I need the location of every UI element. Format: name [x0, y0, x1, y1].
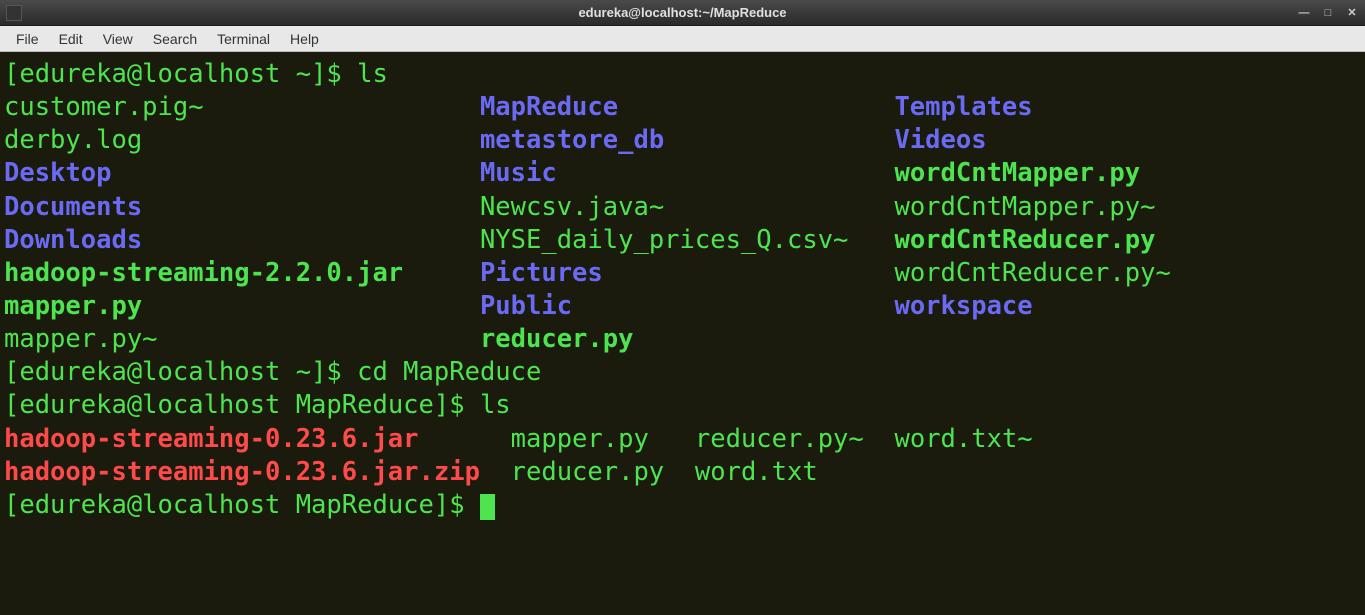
- menu-help[interactable]: Help: [280, 29, 329, 49]
- ls-item: wordCntReducer.py: [894, 225, 1155, 255]
- maximize-button[interactable]: □: [1319, 5, 1337, 21]
- ls-item: hadoop-streaming-2.2.0.jar: [4, 258, 403, 288]
- close-button[interactable]: ✕: [1343, 5, 1361, 21]
- minimize-button[interactable]: —: [1295, 5, 1313, 21]
- ls-item: derby.log: [4, 125, 142, 155]
- menu-edit[interactable]: Edit: [49, 29, 93, 49]
- ls-item: MapReduce: [480, 92, 618, 122]
- window-controls: — □ ✕: [1295, 5, 1361, 21]
- ls-item: reducer.py: [480, 324, 634, 354]
- prompt: [edureka@localhost: [4, 59, 296, 89]
- cursor: [480, 494, 495, 520]
- ls-item: Pictures: [480, 258, 603, 288]
- prompt: [edureka@localhost: [4, 490, 296, 520]
- prompt-end: ]$: [434, 490, 480, 520]
- prompt-end: ]$: [311, 357, 357, 387]
- ls-item: wordCntReducer.py~: [894, 258, 1170, 288]
- prompt-path: ~: [296, 59, 311, 89]
- ls-item: customer.pig~: [4, 92, 204, 122]
- command-text: ls: [357, 59, 388, 89]
- ls-item: Public: [480, 291, 572, 321]
- ls-item: hadoop-streaming-0.23.6.jar: [4, 424, 419, 454]
- menu-search[interactable]: Search: [143, 29, 207, 49]
- command-text: cd MapReduce: [357, 357, 541, 387]
- prompt: [edureka@localhost: [4, 357, 296, 387]
- ls-item: Documents: [4, 192, 142, 222]
- ls-item: Music: [480, 158, 557, 188]
- ls-item: word.txt: [695, 457, 818, 487]
- ls-item: NYSE_daily_prices_Q.csv~: [480, 225, 848, 255]
- ls-item: Videos: [894, 125, 986, 155]
- terminal-output[interactable]: [edureka@localhost ~]$ lscustomer.pig~ M…: [0, 52, 1365, 528]
- ls-item: metastore_db: [480, 125, 664, 155]
- prompt-end: ]$: [311, 59, 357, 89]
- prompt: [edureka@localhost: [4, 390, 296, 420]
- prompt-path: MapReduce: [296, 490, 434, 520]
- window-title: edureka@localhost:~/MapReduce: [578, 5, 786, 20]
- ls-item: reducer.py~: [695, 424, 864, 454]
- ls-item: hadoop-streaming-0.23.6.jar.zip: [4, 457, 480, 487]
- menubar: File Edit View Search Terminal Help: [0, 26, 1365, 52]
- ls-item: Newcsv.java~: [480, 192, 664, 222]
- prompt-path: MapReduce: [296, 390, 434, 420]
- ls-item: wordCntMapper.py~: [894, 192, 1155, 222]
- ls-item: Downloads: [4, 225, 142, 255]
- prompt-path: ~: [296, 357, 311, 387]
- ls-item: mapper.py: [511, 424, 649, 454]
- command-text: ls: [480, 390, 511, 420]
- menu-terminal[interactable]: Terminal: [207, 29, 280, 49]
- titlebar: edureka@localhost:~/MapReduce — □ ✕: [0, 0, 1365, 26]
- ls-item: mapper.py: [4, 291, 142, 321]
- menu-view[interactable]: View: [93, 29, 143, 49]
- ls-item: wordCntMapper.py: [894, 158, 1140, 188]
- terminal-app-icon: [6, 5, 22, 21]
- ls-item: Desktop: [4, 158, 111, 188]
- ls-item: reducer.py: [511, 457, 665, 487]
- ls-item: workspace: [894, 291, 1032, 321]
- prompt-end: ]$: [434, 390, 480, 420]
- ls-item: mapper.py~: [4, 324, 158, 354]
- ls-item: word.txt~: [894, 424, 1032, 454]
- ls-item: Templates: [894, 92, 1032, 122]
- menu-file[interactable]: File: [6, 29, 49, 49]
